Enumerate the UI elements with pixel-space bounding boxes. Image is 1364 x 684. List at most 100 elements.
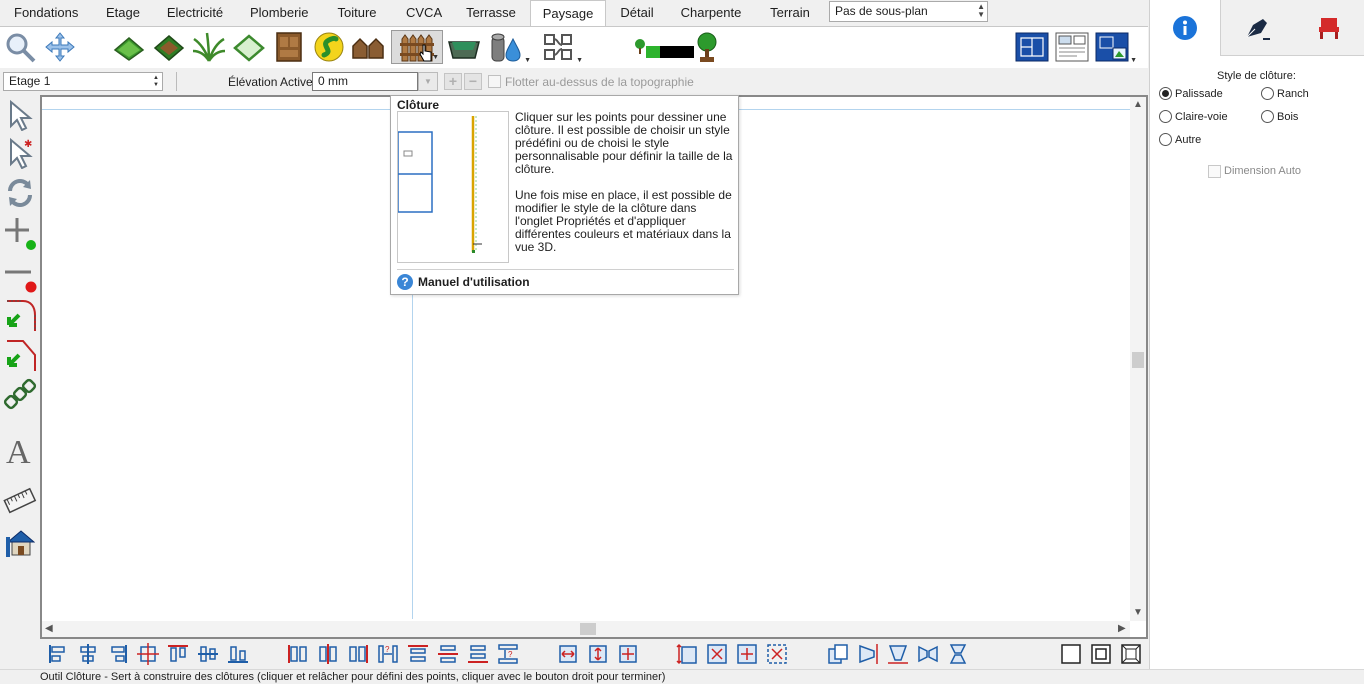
radio-bois[interactable] (1261, 110, 1274, 123)
pan-icon[interactable] (43, 30, 77, 64)
align-center-icon[interactable] (77, 643, 99, 665)
fillet-icon[interactable] (2, 297, 38, 333)
layout-overlap-icon[interactable] (1090, 643, 1112, 665)
tab-charpente[interactable]: Charpente (674, 0, 748, 26)
distribute-left-icon[interactable] (287, 643, 309, 665)
radio-autre[interactable] (1159, 133, 1172, 146)
tab-objects[interactable] (1292, 0, 1364, 56)
horizontal-scroll-thumb[interactable] (580, 623, 596, 635)
cabinet-icon[interactable] (272, 30, 306, 64)
ruler-icon[interactable] (2, 483, 38, 519)
tab-plomberie[interactable]: Plomberie (244, 0, 314, 26)
stretch-height-icon[interactable] (587, 643, 609, 665)
tab-toiture[interactable]: Toiture (330, 0, 384, 26)
align-top-icon[interactable] (167, 643, 189, 665)
mirror-top-icon[interactable] (887, 643, 909, 665)
same-height-icon[interactable] (676, 643, 698, 665)
rotate-copy-icon[interactable] (827, 643, 849, 665)
stretch-width-icon[interactable] (557, 643, 579, 665)
auto-dimension-checkbox[interactable] (1208, 165, 1221, 178)
tab-terrasse[interactable]: Terrasse (460, 0, 522, 26)
pattern-icon[interactable]: ▼ (541, 30, 583, 64)
water-tank-icon[interactable]: ▼ (489, 30, 531, 64)
bottom-toolbar: ? ? (0, 640, 1148, 669)
elevation-plus-button[interactable]: + (444, 73, 462, 90)
radio-claire-voie[interactable] (1159, 110, 1172, 123)
layout-single-icon[interactable] (1060, 643, 1082, 665)
user-manual-link[interactable]: Manuel d'utilisation (418, 275, 530, 289)
tree-icon[interactable] (690, 30, 724, 64)
mirror-horizontal-icon[interactable] (917, 643, 939, 665)
radio-ranch[interactable] (1261, 87, 1274, 100)
tab-terrain[interactable]: Terrain (762, 0, 818, 26)
tab-style[interactable] (1221, 0, 1292, 56)
vertical-scrollbar[interactable]: ▲ ▼ (1130, 97, 1146, 621)
elevation-minus-button[interactable]: − (464, 73, 482, 90)
rotate-icon[interactable] (2, 175, 38, 211)
align-left-icon[interactable] (47, 643, 69, 665)
distribute-bottom-icon[interactable] (467, 643, 489, 665)
mirror-vertical-icon[interactable] (947, 643, 969, 665)
tab-cvca[interactable]: CVCA (400, 0, 444, 26)
path-icon[interactable] (312, 30, 346, 64)
region-icon[interactable] (232, 30, 266, 64)
align-right-icon[interactable] (107, 643, 129, 665)
terrain-flat-icon[interactable] (112, 30, 146, 64)
tab-etage[interactable]: Etage (98, 0, 148, 26)
add-point-icon[interactable] (2, 215, 38, 251)
auto-dimension-label: Dimension Auto (1224, 165, 1302, 177)
distribute-right-icon[interactable] (347, 643, 369, 665)
help-icon[interactable]: ? (397, 274, 413, 290)
house-icon[interactable] (2, 525, 38, 561)
elevation-input[interactable]: 0 mm (312, 72, 418, 91)
floor-select[interactable]: Etage 1 ▲ ▼ (3, 72, 163, 91)
layout-frame-icon[interactable] (1120, 643, 1142, 665)
tab-info[interactable] (1150, 0, 1221, 56)
pool-icon[interactable] (447, 30, 481, 64)
fence-tool-button[interactable]: ▼ (391, 30, 443, 64)
subplan-select[interactable]: Pas de sous-plan ▲ ▼ (829, 1, 988, 22)
hedge-icon[interactable] (632, 30, 698, 64)
horizontal-scrollbar[interactable]: ◀ ▶ (42, 621, 1130, 637)
distribute-center-icon[interactable] (317, 643, 339, 665)
scroll-right-icon[interactable]: ▶ (1118, 623, 1126, 634)
scroll-down-icon[interactable]: ▼ (1133, 607, 1143, 618)
center-both-icon[interactable] (137, 643, 159, 665)
fit-icon[interactable] (766, 643, 788, 665)
scroll-left-icon[interactable]: ◀ (45, 623, 53, 634)
elevation-view-icon[interactable] (1055, 30, 1089, 64)
tab-paysage[interactable]: Paysage (530, 0, 606, 26)
align-middle-icon[interactable] (197, 643, 219, 665)
tab-detail[interactable]: Détail (612, 0, 662, 26)
distribute-middle-icon[interactable] (437, 643, 459, 665)
select-arrow-icon[interactable] (2, 97, 38, 133)
space-horizontal-icon[interactable]: ? (377, 643, 399, 665)
elevation-dropdown-icon[interactable]: ▼ (418, 72, 438, 91)
tooltip-text-1: Cliquer sur les points pour dessiner une… (515, 110, 733, 176)
delete-point-icon[interactable] (2, 260, 38, 296)
tab-fondations[interactable]: Fondations (8, 0, 84, 26)
divider (397, 269, 734, 270)
text-tool-icon[interactable]: A (2, 433, 38, 469)
scroll-up-icon[interactable]: ▲ (1133, 99, 1143, 110)
tab-electricite[interactable]: Electricité (160, 0, 230, 26)
chain-icon[interactable] (2, 377, 38, 413)
radio-palissade[interactable] (1159, 87, 1172, 100)
plan-view-icon[interactable] (1015, 30, 1049, 64)
expand-icon[interactable] (736, 643, 758, 665)
shrink-icon[interactable] (706, 643, 728, 665)
stretch-both-icon[interactable] (617, 643, 639, 665)
align-bottom-icon[interactable] (227, 643, 249, 665)
chamfer-icon[interactable] (2, 337, 38, 373)
shed-icon[interactable] (352, 30, 386, 64)
3d-view-icon[interactable]: ▼ (1095, 30, 1137, 64)
plants-icon[interactable] (192, 30, 226, 64)
zoom-icon[interactable] (3, 30, 37, 64)
terrain-slope-icon[interactable] (152, 30, 186, 64)
vertical-scroll-thumb[interactable] (1132, 352, 1144, 368)
distribute-top-icon[interactable] (407, 643, 429, 665)
mirror-left-icon[interactable] (857, 643, 879, 665)
space-vertical-icon[interactable]: ? (497, 643, 519, 665)
float-checkbox[interactable] (488, 75, 501, 88)
select-multi-icon[interactable]: ✱ (2, 135, 38, 171)
